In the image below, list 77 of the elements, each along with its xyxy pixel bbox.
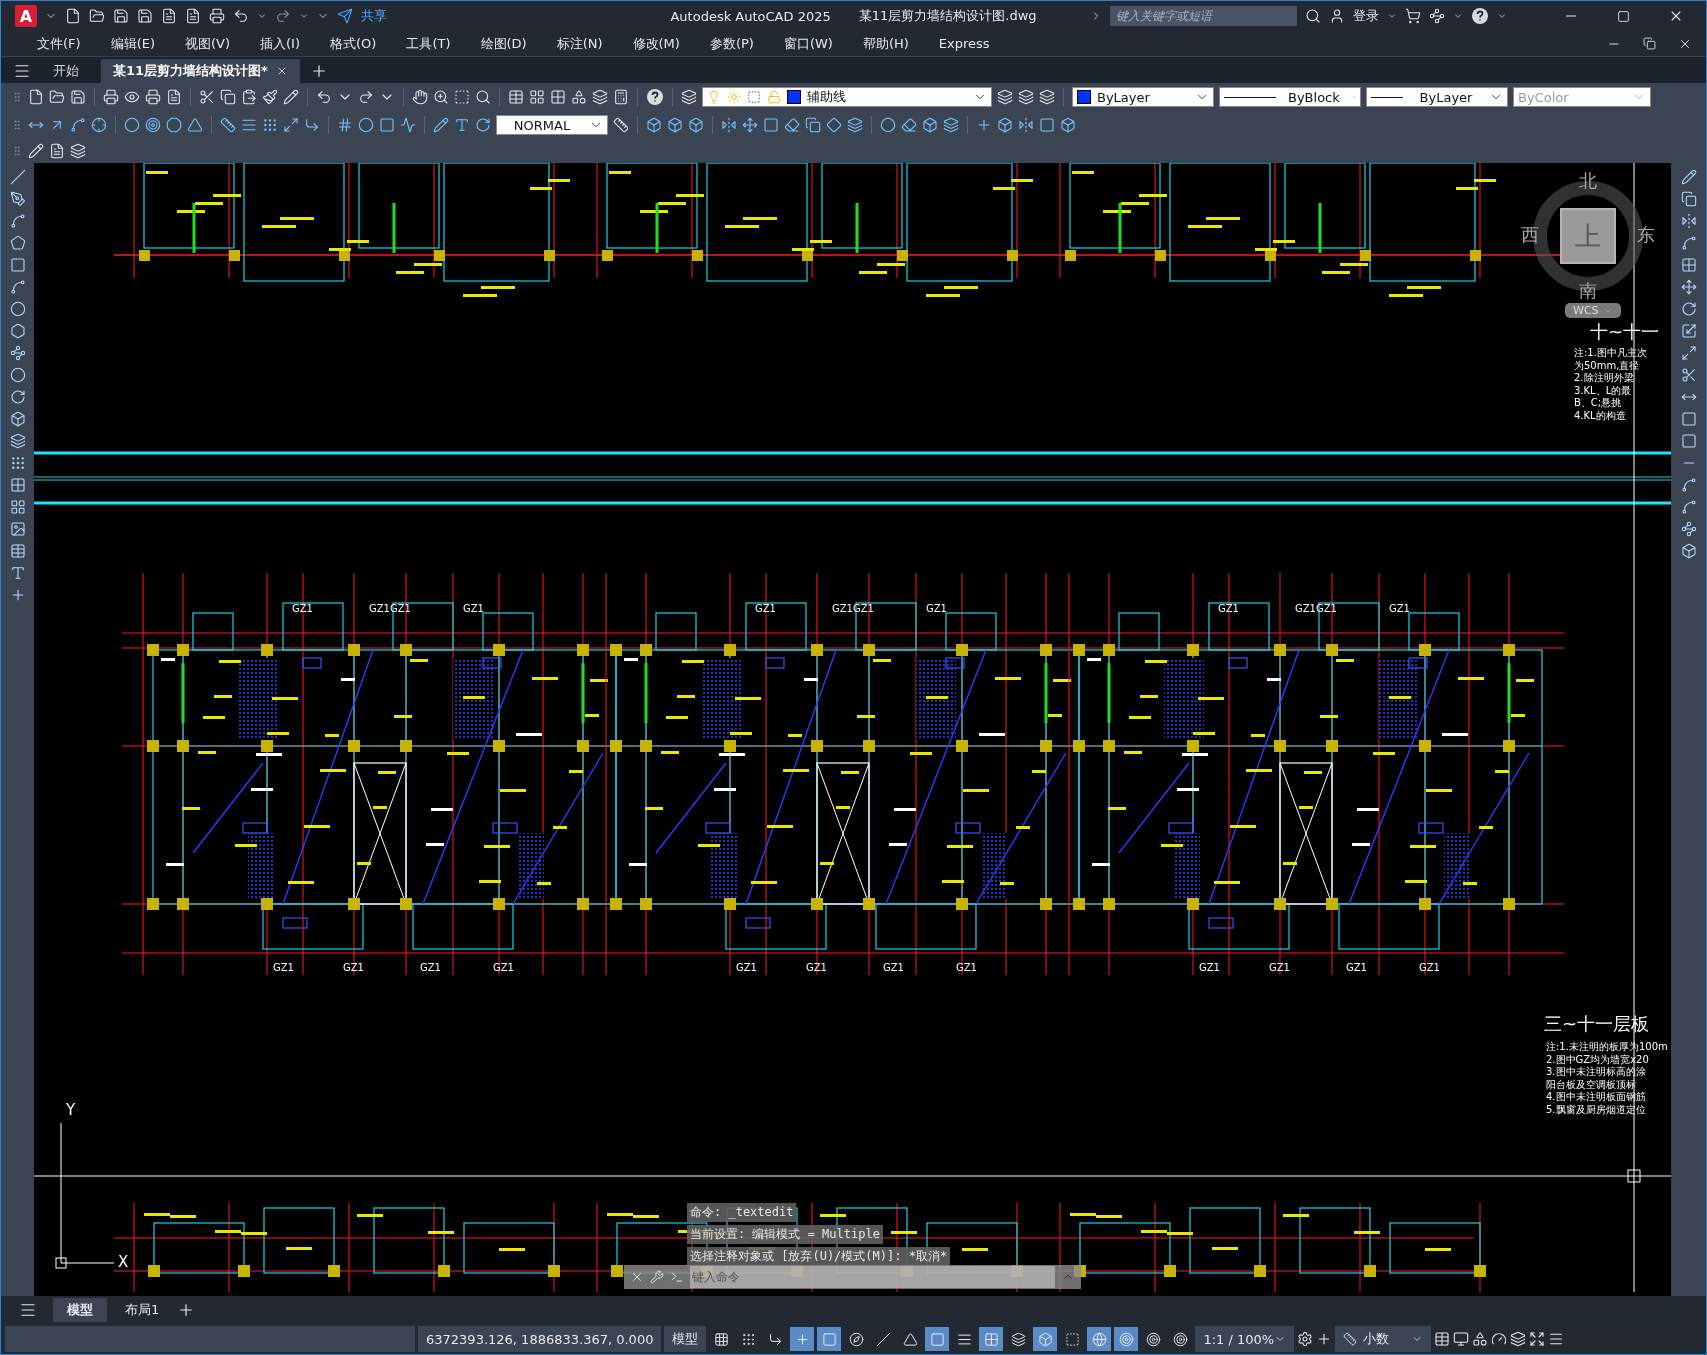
menu-item[interactable]: 格式(O)	[312, 34, 389, 53]
annotation-scale-button[interactable]: 1:1 / 100%	[1195, 1326, 1295, 1352]
menu-item[interactable]: Express	[920, 36, 1002, 51]
login-link[interactable]: 登录	[1353, 7, 1379, 25]
coordinates-readout: 6372393.126, 1886833.367, 0.000	[418, 1326, 662, 1352]
column-label: GZ1	[956, 962, 977, 973]
column-label: GZ1	[1419, 962, 1440, 973]
column-label: GZ1	[832, 603, 853, 614]
model-space-button[interactable]: 模型	[664, 1326, 707, 1352]
menu-item[interactable]: 插入(I)	[242, 34, 312, 53]
note-line: 3.图中未注明标高的涂	[1546, 1066, 1647, 1079]
compass-west[interactable]: 西	[1521, 223, 1539, 247]
layout-tab[interactable]: 模型	[53, 1298, 107, 1322]
document-tab[interactable]: 某11层剪力墙结构设计图*	[101, 59, 300, 83]
menu-item[interactable]: 编辑(E)	[92, 34, 167, 53]
column-label: GZ1	[853, 603, 874, 614]
note-line: 阳台板及空调板顶标	[1546, 1078, 1637, 1091]
menu-item[interactable]: 视图(V)	[167, 34, 243, 53]
menu-item[interactable]: 参数(P)	[691, 34, 766, 53]
y-axis-label: Y	[66, 1101, 76, 1120]
note-line: 5.飘窗及厨房烟道定位	[1546, 1103, 1647, 1116]
command-input[interactable]: 键入命令	[690, 1266, 1055, 1288]
column-label: GZ1	[292, 603, 313, 614]
compass-east[interactable]: 东	[1637, 223, 1655, 247]
menu-item[interactable]: 窗口(W)	[765, 34, 845, 53]
column-label: GZ1	[1218, 603, 1239, 614]
column-label: GZ1	[463, 603, 484, 614]
menu-item[interactable]: 文件(F)	[19, 34, 93, 53]
menu-item[interactable]: 标注(N)	[538, 34, 615, 53]
document-tab[interactable]: 开始	[41, 59, 91, 83]
column-label: GZ1	[926, 603, 947, 614]
menu-item[interactable]: 帮助(H)	[844, 34, 921, 53]
menu-item[interactable]: 工具(T)	[388, 34, 463, 53]
note-line: 4.图中未注明板面钢筋	[1546, 1091, 1647, 1104]
note-line: 为50mm,直径	[1574, 359, 1641, 372]
units-dropdown[interactable]: 小数	[1335, 1326, 1432, 1352]
property-dropdown[interactable]: ByLayer	[1366, 87, 1508, 107]
column-label: GZ1	[1389, 603, 1410, 614]
column-label: GZ1	[736, 962, 757, 973]
menu-item[interactable]: 修改(M)	[614, 34, 692, 53]
note-line: 注:1.图中凡主次	[1574, 347, 1647, 360]
column-label: GZ1	[883, 962, 904, 973]
column-label: GZ1	[273, 962, 294, 973]
text-style-dropdown[interactable]: NORMAL	[496, 115, 608, 135]
menu-item[interactable]: 绘图(D)	[462, 34, 539, 53]
column-label: GZ1	[369, 603, 390, 614]
app-title: Autodesk AutoCAD 2025	[670, 8, 831, 24]
notes-title: 三~十一层板	[1544, 1013, 1650, 1036]
column-label: GZ1	[1269, 962, 1290, 973]
compass-north[interactable]: 北	[1579, 169, 1597, 193]
property-dropdown[interactable]: ByLayer	[1072, 87, 1214, 107]
file-name: 某11层剪力墙结构设计图.dwg	[858, 7, 1037, 25]
property-dropdown[interactable]: ByBlock	[1219, 87, 1361, 107]
notes-title: 十~十一	[1590, 321, 1660, 344]
column-label: GZ1	[493, 962, 514, 973]
x-axis-label: X	[118, 1253, 129, 1272]
note-line: B、C;悬挑	[1574, 397, 1623, 410]
note-line: 2.除注明外梁	[1574, 372, 1635, 385]
note-line: 3.KL、L的最	[1574, 384, 1633, 397]
note-line: 注:1.未注明的板厚为100m	[1546, 1041, 1668, 1054]
column-label: GZ1	[343, 962, 364, 973]
column-label: GZ1	[390, 603, 411, 614]
column-label: GZ1	[1199, 962, 1220, 973]
column-label: GZ1	[1346, 962, 1367, 973]
layer-dropdown[interactable]: 辅助线	[702, 87, 992, 107]
layout-tab[interactable]: 布局1	[111, 1298, 174, 1322]
note-line: 2.图中GZ均为墙宽x20	[1546, 1053, 1650, 1066]
share-link[interactable]: 共享	[361, 7, 387, 25]
app-logo[interactable]: A	[15, 5, 37, 27]
column-label: GZ1	[755, 603, 776, 614]
note-line: 4.KL的构造	[1574, 409, 1627, 422]
column-label: GZ1	[420, 962, 441, 973]
column-label: GZ1	[1295, 603, 1316, 614]
column-label: GZ1	[1316, 603, 1337, 614]
search-field[interactable]: 键入关键字或短语	[1110, 6, 1297, 26]
compass-south[interactable]: 南	[1579, 279, 1597, 303]
column-label: GZ1	[806, 962, 827, 973]
